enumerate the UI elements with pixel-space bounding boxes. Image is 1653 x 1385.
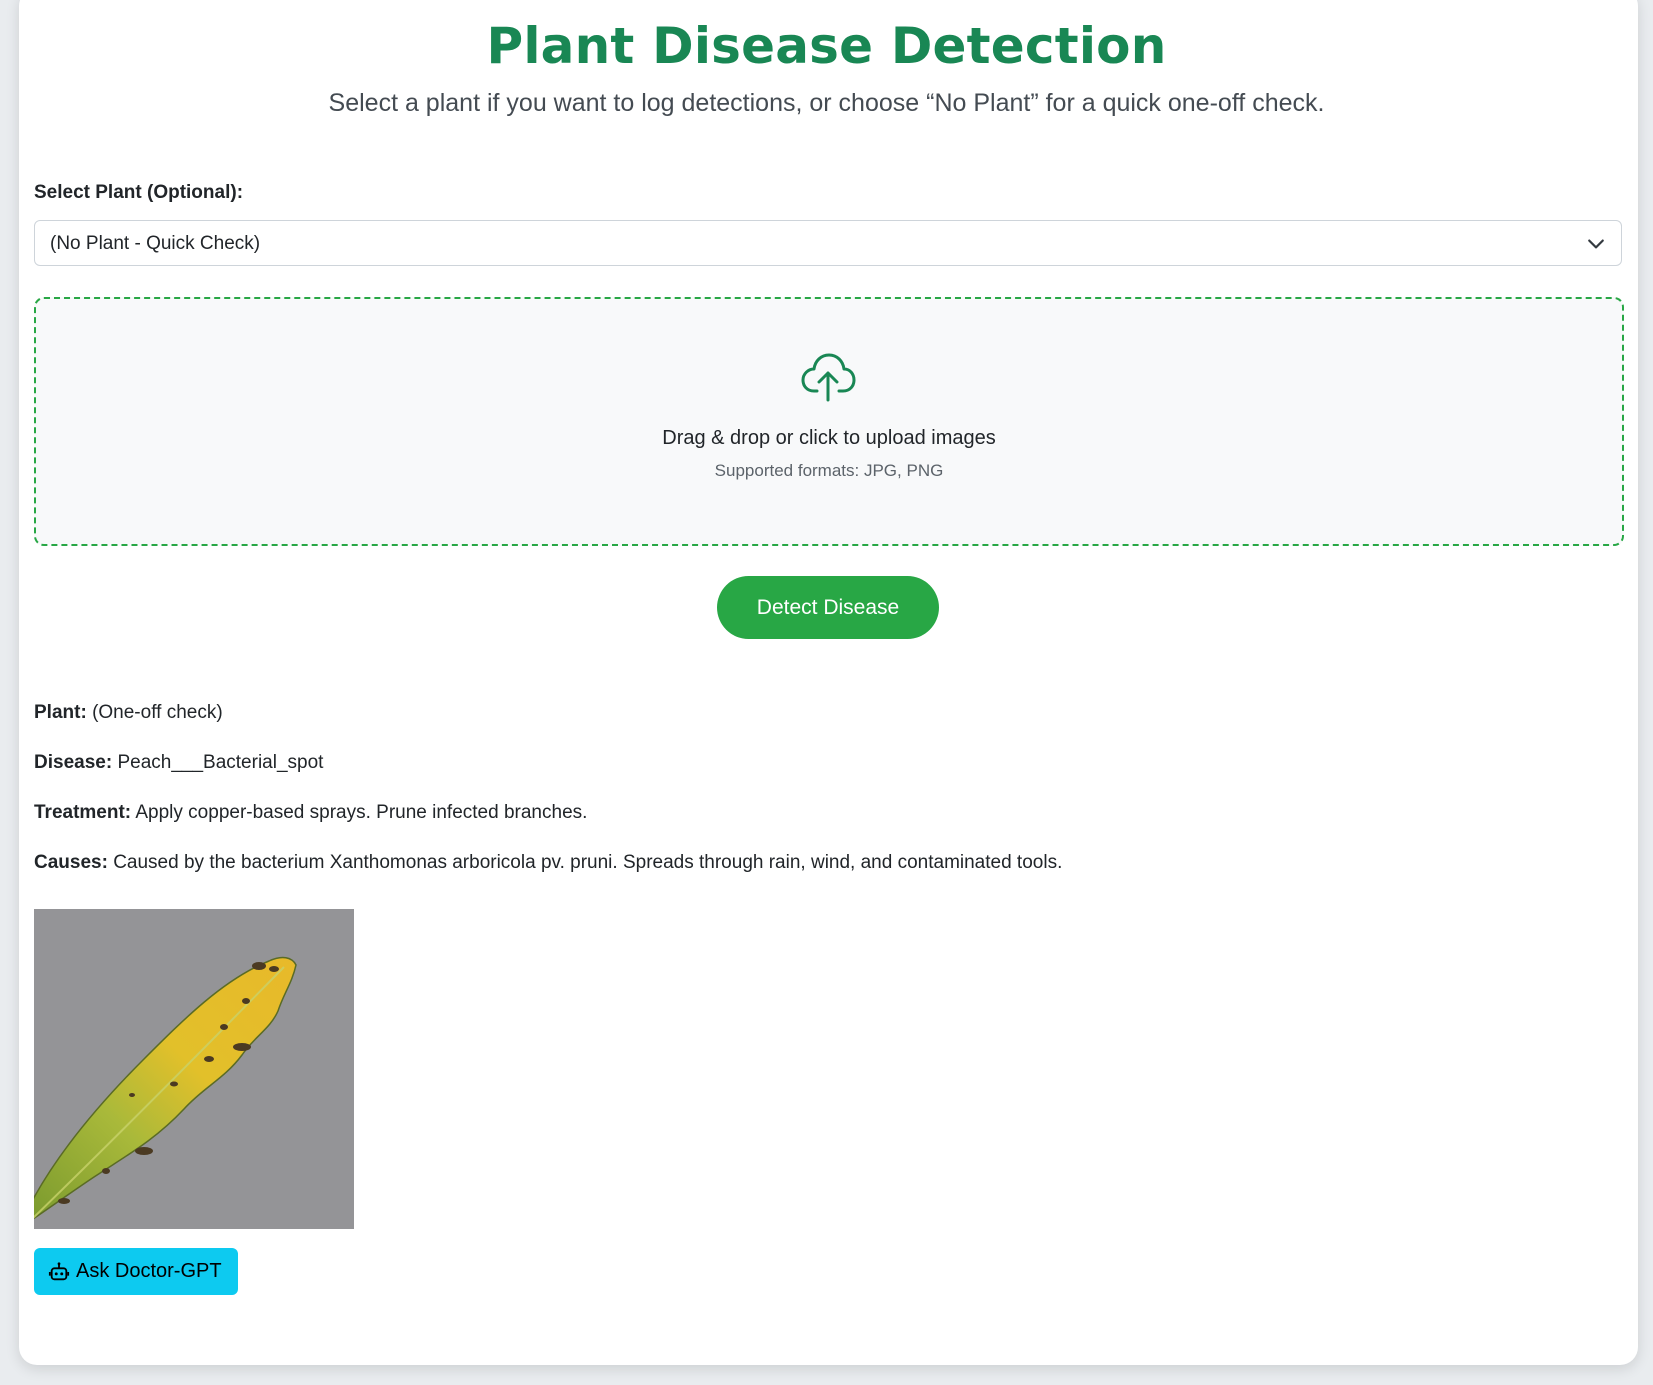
upload-dropzone[interactable]: Drag & drop or click to upload images Su… bbox=[34, 297, 1624, 546]
result-disease-label: Disease: bbox=[34, 752, 113, 773]
result-causes-label: Causes: bbox=[34, 852, 108, 873]
plant-select-label: Select Plant (Optional): bbox=[34, 182, 244, 203]
upload-formats: Supported formats: JPG, PNG bbox=[714, 461, 944, 480]
page-subtitle: Select a plant if you want to log detect… bbox=[328, 89, 1325, 117]
result-plant-value: (One-off check) bbox=[92, 702, 223, 723]
result-treatment: Treatment: Apply copper-based sprays. Pr… bbox=[34, 802, 587, 824]
robot-icon bbox=[48, 1261, 70, 1280]
upload-prompt: Drag & drop or click to upload images bbox=[662, 427, 996, 449]
result-causes-value: Caused by the bacterium Xanthomonas arbo… bbox=[113, 852, 1063, 873]
ask-doctor-gpt-button[interactable]: Ask Doctor-GPT bbox=[34, 1248, 238, 1295]
cloud-upload-icon bbox=[801, 353, 856, 402]
page-title: Plant Disease Detection bbox=[486, 17, 1167, 75]
result-causes: Causes: Caused by the bacterium Xanthomo… bbox=[34, 852, 1062, 874]
plant-select-value: (No Plant - Quick Check) bbox=[50, 233, 261, 254]
ask-doctor-gpt-label: Ask Doctor-GPT bbox=[76, 1260, 222, 1282]
plant-select[interactable]: (No Plant - Quick Check) bbox=[34, 220, 1622, 266]
result-treatment-label: Treatment: bbox=[34, 802, 132, 823]
chevron-down-icon bbox=[1588, 239, 1604, 249]
result-plant: Plant: (One-off check) bbox=[34, 702, 223, 724]
detect-disease-button[interactable]: Detect Disease bbox=[717, 576, 939, 639]
result-disease-value: Peach___Bacterial_spot bbox=[117, 752, 324, 773]
result-treatment-value: Apply copper-based sprays. Prune infecte… bbox=[135, 802, 588, 823]
result-disease: Disease: Peach___Bacterial_spot bbox=[34, 752, 323, 774]
result-plant-label: Plant: bbox=[34, 702, 87, 723]
uploaded-leaf-image bbox=[34, 909, 354, 1229]
